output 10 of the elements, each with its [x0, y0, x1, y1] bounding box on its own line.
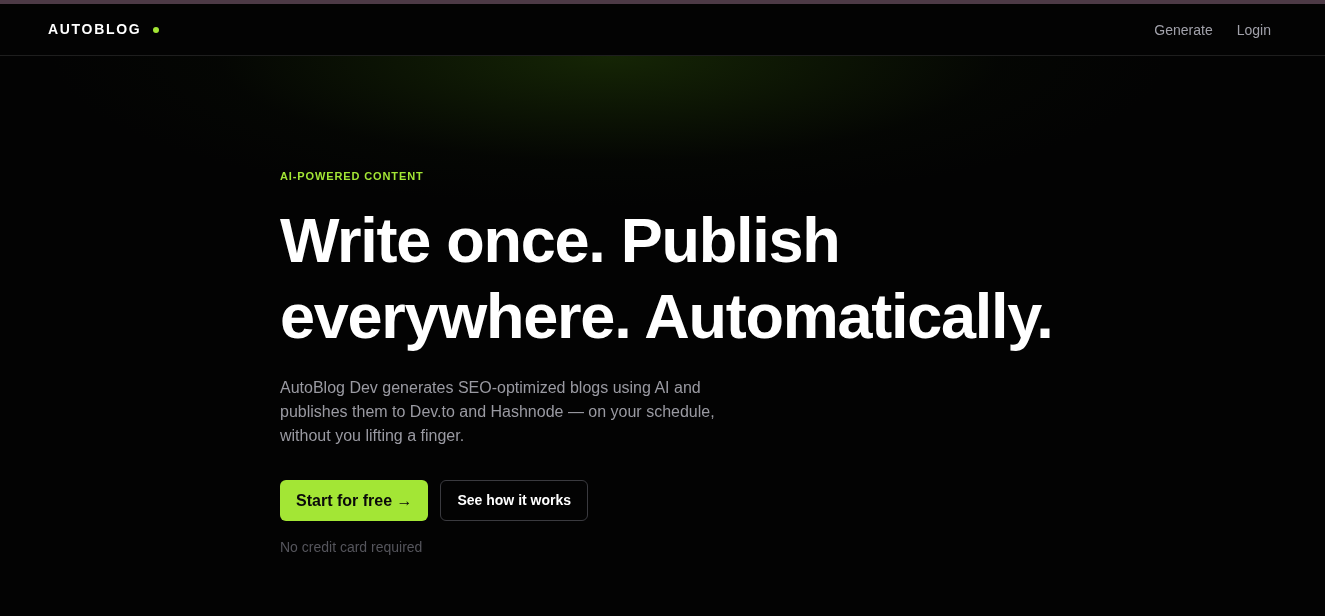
start-button[interactable]: Start for free → [280, 480, 429, 521]
nav-link[interactable]: Generate [1154, 19, 1213, 40]
logo-text[interactable]: AUTOBLOG [48, 19, 142, 40]
nav-link[interactable]: Login [1236, 19, 1271, 40]
note-text: No credit card required [280, 538, 424, 557]
hero-headline: Write once. Publish everywhere. Automatically. [280, 204, 1054, 353]
eyebrow-label: AI-POWERED CONTENT [280, 169, 425, 184]
logo-dot-icon [153, 26, 160, 33]
how-it-works-button[interactable]: See how it works [440, 480, 589, 521]
hero-description: AutoBlog Dev generates SEO-optimized blogs using AI and publishes them to Dev.to and Hashnode — on your schedule, without you lifting a finger. [280, 378, 716, 446]
